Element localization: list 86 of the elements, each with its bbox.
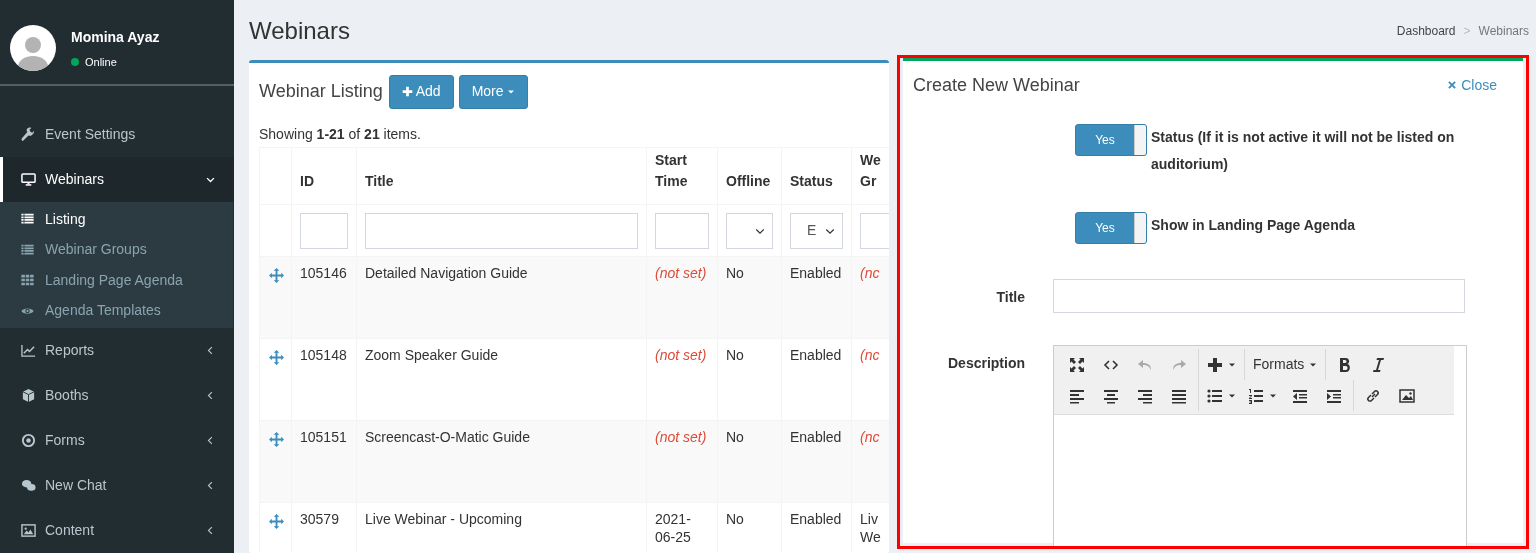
sidebar-item[interactable]: Booths [0, 373, 234, 418]
picture-icon [21, 523, 36, 538]
indent-icon [1326, 387, 1342, 404]
sidebar-item[interactable]: Reports [0, 328, 234, 373]
table-cell: Enabled [781, 338, 852, 421]
fullscreen-icon [1069, 356, 1085, 373]
column-header: Status [781, 147, 852, 205]
panel-title: Webinar Listing [259, 80, 383, 103]
field-label: Title [995, 288, 1026, 307]
table-cell: 105146 [291, 256, 357, 339]
title-field[interactable] [1053, 279, 1465, 313]
form-title: Create New Webinar [913, 73, 1080, 97]
cube-icon [21, 388, 36, 403]
field-label: Description [947, 354, 1026, 373]
rich-text-editor[interactable]: Formats [1053, 345, 1467, 546]
move-icon [269, 268, 284, 283]
outdent-icon [1292, 387, 1308, 404]
table-cell: Detailed Navigation Guide [356, 256, 647, 339]
formats-button[interactable]: Formats [1247, 350, 1324, 379]
add-button[interactable]: Add [388, 74, 454, 109]
plus-icon [401, 86, 413, 97]
sidebar-item[interactable]: Event Settings [0, 112, 234, 157]
table-cell: (not set) [646, 338, 718, 421]
move-icon [269, 432, 284, 447]
page-title: Webinars [249, 16, 350, 46]
submenu-item[interactable]: Landing Page Agenda [0, 265, 233, 296]
breadcrumb-separator: > [1463, 23, 1471, 40]
filter-field[interactable] [300, 212, 348, 249]
align-right-icon [1137, 387, 1153, 404]
column-header: Offline [717, 147, 782, 205]
move-icon [269, 514, 284, 529]
column-header: We Gr [851, 147, 889, 205]
table-cell: No [717, 338, 782, 421]
breadcrumb-item: Webinars [1478, 23, 1529, 40]
table-cell: Zoom Speaker Guide [356, 338, 647, 421]
table-cell: (not set) [646, 420, 718, 503]
toggle-label: Show in Landing Page Agenda [1151, 216, 1357, 235]
align-left-icon [1069, 387, 1085, 404]
filter-select[interactable]: E [790, 212, 843, 249]
close-link[interactable]: Close [1447, 74, 1513, 96]
move-icon [269, 350, 284, 365]
monitor-icon [21, 172, 36, 187]
user-name: Momina Ayaz [71, 28, 160, 47]
sidebar-item[interactable]: Webinars [0, 157, 234, 202]
target-icon [21, 433, 36, 448]
submenu-item[interactable]: Agenda Templates [0, 295, 233, 326]
table-cell: Enabled [781, 256, 852, 339]
table-cell: No [717, 420, 782, 503]
breadcrumb-item[interactable]: Dashboard [1396, 22, 1456, 40]
summary-text: Showing 1-21 of 21 items. [258, 125, 422, 144]
chat-bubbles-icon [21, 478, 36, 493]
submenu-item[interactable]: Webinar Groups [0, 234, 233, 265]
column-header: Start Time [646, 147, 718, 205]
sidebar-item[interactable]: Forms [0, 418, 234, 463]
sidebar-item[interactable]: New Chat [0, 463, 234, 508]
close-icon [1447, 80, 1458, 90]
submenu-item[interactable]: Listing [0, 204, 233, 235]
grid-icon [20, 273, 35, 288]
filter-field[interactable] [860, 212, 889, 249]
column-header: Title [356, 147, 647, 205]
table-cell: Enabled [781, 420, 852, 503]
justify-icon [1171, 387, 1187, 404]
list-icon [20, 242, 35, 257]
plus-icon [1207, 356, 1223, 373]
toggle-label: Status (If it is not active it will not be listed on auditorium) [1151, 128, 1456, 174]
column-header: ID [291, 147, 357, 205]
table-cell: 105148 [291, 338, 357, 421]
align-center-icon [1103, 387, 1119, 404]
table-cell: Screencast-O-Matic Guide [356, 420, 647, 503]
filter-field[interactable] [365, 212, 638, 249]
line-chart-icon [21, 343, 36, 358]
more-button[interactable]: More [458, 74, 528, 109]
bullet-list-icon [1207, 387, 1223, 404]
numbered-list-icon [1248, 387, 1264, 404]
toggle-switch[interactable]: Yes [1075, 212, 1147, 244]
image-icon [1399, 387, 1415, 404]
user-status: Online [85, 55, 117, 70]
table-cell: 105151 [291, 420, 357, 503]
avatar [10, 25, 56, 71]
wrench-icon [21, 127, 36, 142]
sidebar-item[interactable]: Content [0, 508, 234, 553]
link-icon [1365, 387, 1381, 404]
table-cell: No [717, 256, 782, 339]
filter-field[interactable] [655, 212, 709, 249]
table-cell: (not set) [646, 256, 718, 339]
toggle-switch[interactable]: Yes [1075, 124, 1147, 156]
